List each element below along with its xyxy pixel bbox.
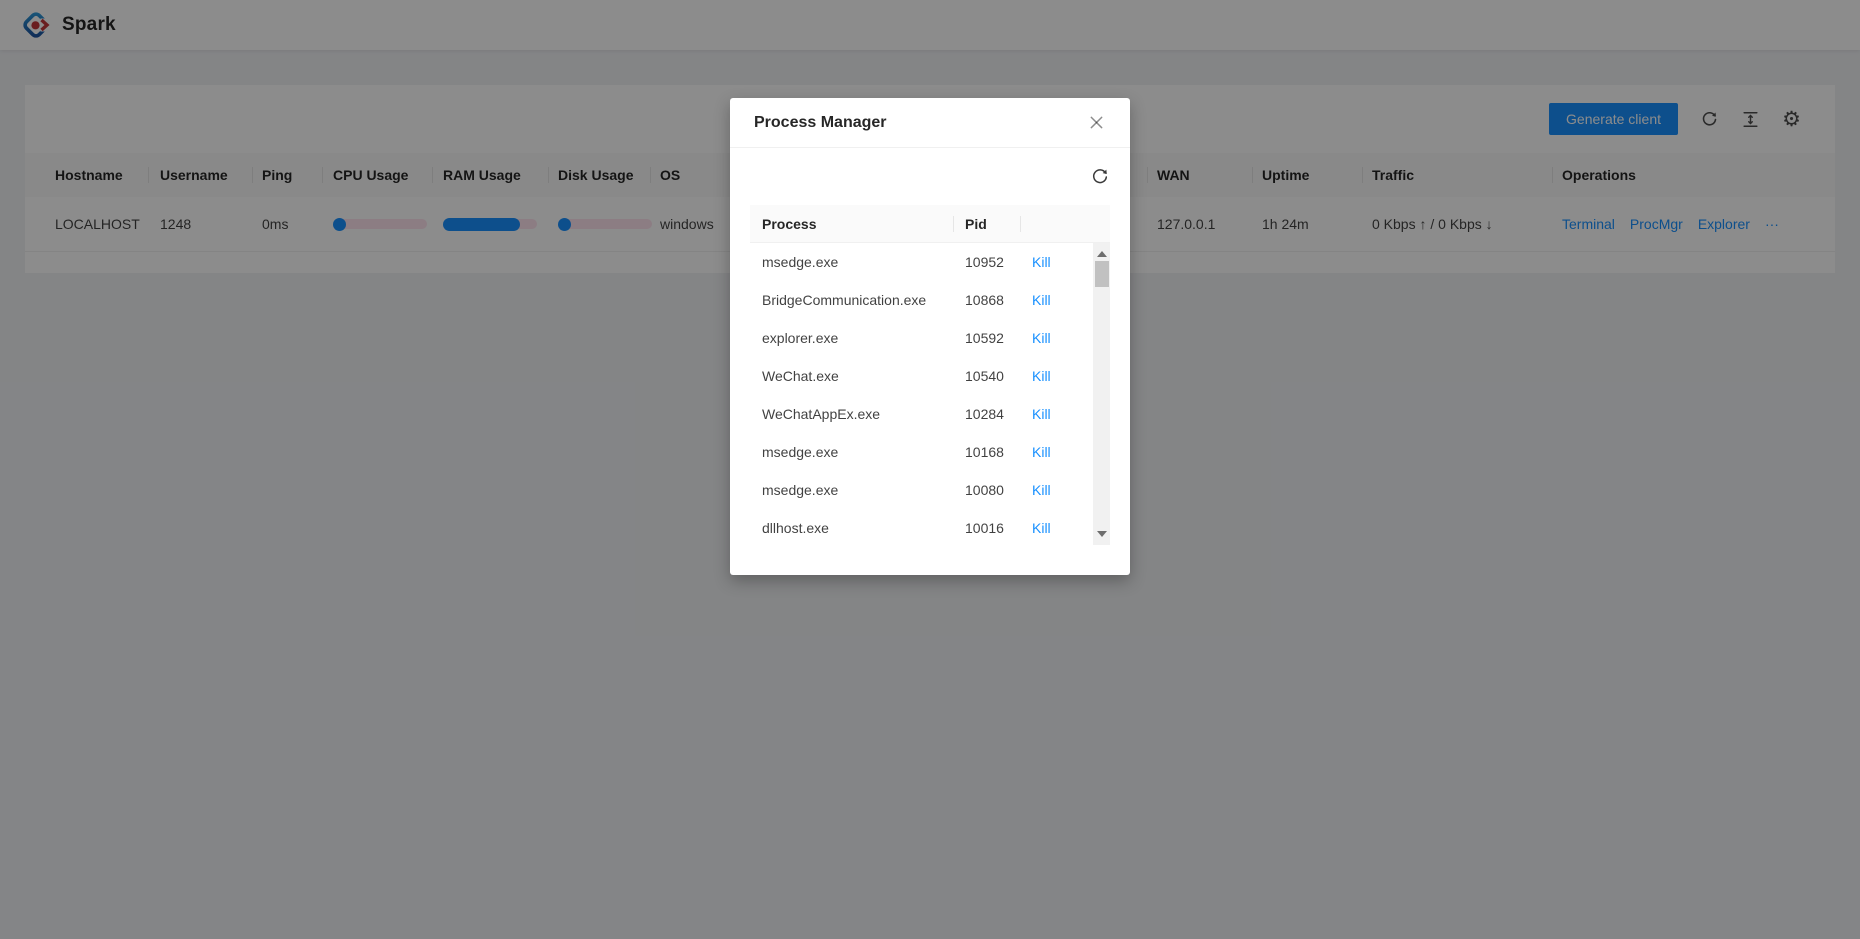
- process-row: explorer.exe 10592 Kill: [750, 319, 1110, 357]
- process-row: BridgeCommunication.exe 10868 Kill: [750, 281, 1110, 319]
- modal-body: Process Pid msedge.exe 10952 Kill Bridge…: [730, 148, 1130, 545]
- process-name: msedge.exe: [762, 482, 839, 498]
- modal-title: Process Manager: [754, 113, 887, 131]
- process-row: msedge.exe 10952 Kill: [750, 243, 1110, 281]
- process-name: msedge.exe: [762, 444, 839, 460]
- process-name: BridgeCommunication.exe: [762, 292, 927, 308]
- process-pid: 10868: [965, 292, 1004, 308]
- kill-link[interactable]: Kill: [1020, 368, 1093, 384]
- scroll-down-icon[interactable]: [1096, 531, 1107, 537]
- kill-link[interactable]: Kill: [1020, 406, 1093, 422]
- process-pid: 10284: [965, 406, 1004, 422]
- process-row: dllhost.exe 10016 Kill: [750, 509, 1110, 545]
- process-pid: 10016: [965, 520, 1004, 536]
- process-name: WeChat.exe: [762, 368, 839, 384]
- scroll-up-icon[interactable]: [1096, 251, 1107, 257]
- kill-link[interactable]: Kill: [1020, 482, 1093, 498]
- col-process: Process: [762, 215, 817, 232]
- scrollbar-thumb[interactable]: [1094, 261, 1109, 287]
- scrollbar[interactable]: [1093, 243, 1110, 545]
- process-name: dllhost.exe: [762, 520, 829, 536]
- process-pid: 10540: [965, 368, 1004, 384]
- kill-link[interactable]: Kill: [1020, 292, 1093, 308]
- kill-link[interactable]: Kill: [1020, 520, 1093, 536]
- process-row: msedge.exe 10080 Kill: [750, 471, 1110, 509]
- col-action: [1020, 205, 1093, 242]
- process-name: WeChatAppEx.exe: [762, 406, 881, 422]
- refresh-icon[interactable]: [1090, 167, 1110, 187]
- process-manager-modal: Process Manager Process Pid msedge.exe 1…: [730, 98, 1130, 575]
- process-pid: 10592: [965, 330, 1004, 346]
- process-row: WeChat.exe 10540 Kill: [750, 357, 1110, 395]
- process-pid: 10080: [965, 482, 1004, 498]
- process-table: Process Pid msedge.exe 10952 Kill Bridge…: [750, 205, 1110, 545]
- process-table-header: Process Pid: [750, 205, 1110, 243]
- kill-link[interactable]: Kill: [1020, 444, 1093, 460]
- process-pid: 10168: [965, 444, 1004, 460]
- header-separator: [953, 216, 954, 232]
- process-row: WeChatAppEx.exe 10284 Kill: [750, 395, 1110, 433]
- process-pid: 10952: [965, 254, 1004, 270]
- process-name: msedge.exe: [762, 254, 839, 270]
- process-table-body: msedge.exe 10952 Kill BridgeCommunicatio…: [750, 243, 1110, 545]
- close-icon[interactable]: [1086, 113, 1106, 133]
- process-name: explorer.exe: [762, 330, 839, 346]
- kill-link[interactable]: Kill: [1020, 330, 1093, 346]
- process-row: msedge.exe 10168 Kill: [750, 433, 1110, 471]
- kill-link[interactable]: Kill: [1020, 254, 1093, 270]
- modal-header: Process Manager: [730, 98, 1130, 148]
- header-separator: [1020, 216, 1021, 232]
- col-pid: Pid: [965, 215, 987, 232]
- refresh-row: [750, 148, 1110, 205]
